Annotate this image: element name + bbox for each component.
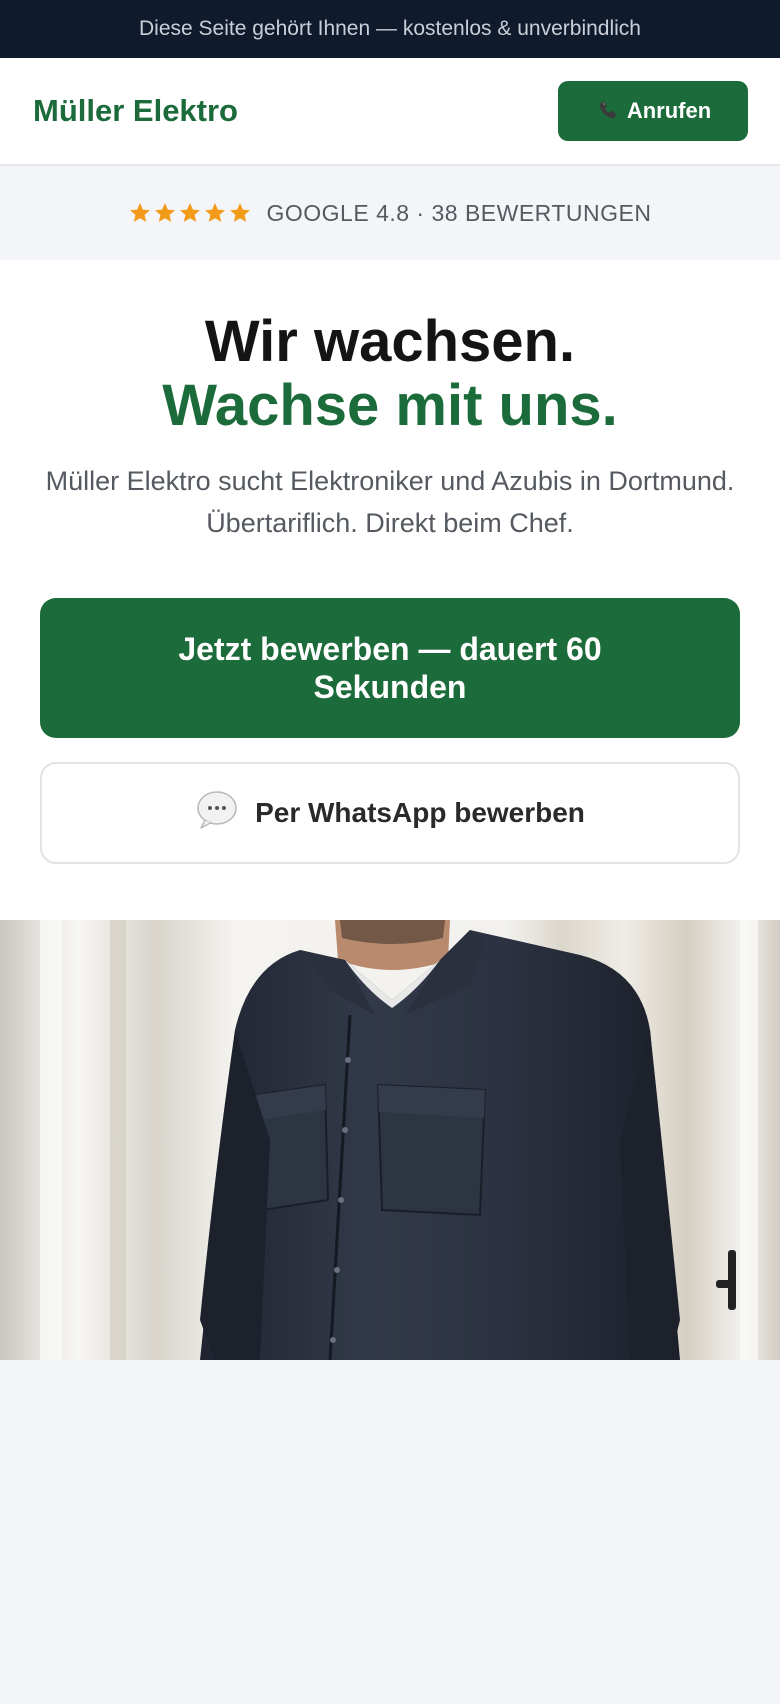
brand-logo[interactable]: Müller Elektro	[33, 93, 238, 129]
star-icon	[180, 203, 201, 222]
call-button[interactable]: Anrufen	[558, 81, 748, 141]
ownership-banner-text: Diese Seite gehört Ihnen — kostenlos & u…	[139, 17, 641, 40]
whatsapp-apply-label: Per WhatsApp bewerben	[255, 797, 585, 828]
star-icon	[130, 203, 151, 222]
headline-line-2: Wachse mit uns.	[162, 373, 618, 438]
site-header: Müller Elektro Anrufen	[0, 58, 780, 166]
speech-bubble-icon	[195, 788, 239, 839]
star-icon	[205, 203, 226, 222]
page-background	[0, 1360, 780, 1704]
rating-bar: GOOGLE 4.8 · 38 BEWERTUNGEN	[0, 166, 780, 260]
apply-button-label: Jetzt bewerben — dauert 60 Sekunden	[178, 631, 602, 705]
hero-section: Wir wachsen. Wachse mit uns. Müller Elek…	[0, 260, 780, 920]
apply-button[interactable]: Jetzt bewerben — dauert 60 Sekunden	[40, 598, 740, 738]
whatsapp-apply-button[interactable]: Per WhatsApp bewerben	[40, 762, 740, 864]
phone-icon	[595, 98, 621, 124]
hero-subline: Müller Elektro sucht Elektroniker und Az…	[45, 466, 735, 538]
headline-line-1: Wir wachsen.	[204, 309, 576, 374]
call-button-label: Anrufen	[626, 98, 712, 123]
worker-photo	[0, 920, 780, 1360]
star-icon	[230, 203, 251, 222]
ownership-banner: Diese Seite gehört Ihnen — kostenlos & u…	[0, 0, 780, 58]
rating-stars	[128, 201, 252, 225]
star-icon	[155, 203, 176, 222]
rating-text: GOOGLE 4.8 · 38 BEWERTUNGEN	[266, 199, 652, 226]
